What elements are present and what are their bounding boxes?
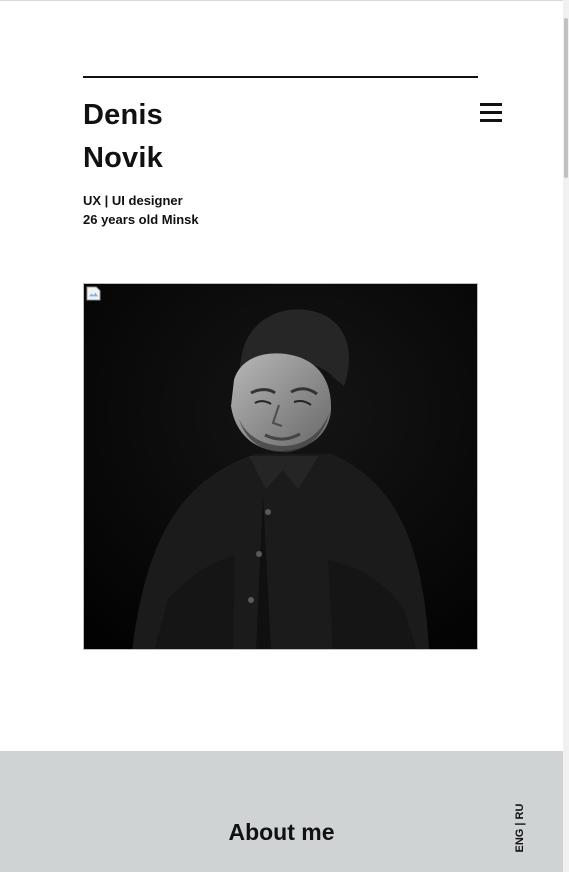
page-scrollbar[interactable] xyxy=(563,0,569,872)
profile-role: UX | UI designer xyxy=(83,193,183,208)
language-switcher[interactable]: ENG | RU xyxy=(509,800,531,862)
hamburger-menu-icon[interactable] xyxy=(480,103,504,125)
first-name: Denis xyxy=(83,99,163,131)
profile-name: Denis Novik xyxy=(83,94,163,180)
language-label[interactable]: ENG | RU xyxy=(514,797,526,859)
menu-line xyxy=(480,119,502,122)
top-border xyxy=(0,0,563,1)
last-name: Novik xyxy=(83,142,163,174)
about-title: About me xyxy=(228,819,335,845)
scrollbar-thumb[interactable] xyxy=(564,18,568,178)
profile-subtitle: UX | UI designer 26 years old Minsk xyxy=(83,191,199,229)
profile-details: 26 years old Minsk xyxy=(83,212,199,227)
broken-image-icon xyxy=(86,286,101,301)
portrait-photo xyxy=(83,283,478,650)
menu-line xyxy=(480,111,502,114)
menu-line xyxy=(480,103,502,106)
about-section: About me xyxy=(0,751,563,872)
header-rule xyxy=(83,76,478,78)
portrait-illustration xyxy=(84,284,477,649)
